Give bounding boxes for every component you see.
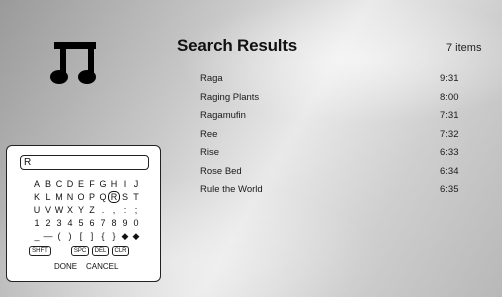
results-list: Raga 9:31 Raging Plants 8:00 Ragamufin 7:31… [200, 73, 460, 203]
key[interactable]: W [54, 204, 64, 216]
key[interactable]: Q [98, 191, 108, 203]
key[interactable]: 7 [98, 217, 108, 229]
done-button[interactable]: DONE [54, 262, 77, 271]
key[interactable]: ◆ [131, 230, 141, 242]
key[interactable]: H [109, 178, 119, 190]
key[interactable]: } [109, 230, 119, 242]
key[interactable]: F [87, 178, 97, 190]
key[interactable]: P [87, 191, 97, 203]
page-title: Search Results [177, 36, 298, 55]
key[interactable]: N [65, 191, 75, 203]
item-name: Rose Bed [200, 165, 242, 177]
key[interactable]: K [32, 191, 42, 203]
item-duration: 7:32 [440, 128, 459, 140]
key[interactable]: S [120, 191, 130, 203]
key[interactable]: — [43, 230, 53, 242]
key[interactable]: ; [131, 204, 141, 216]
search-input[interactable]: R [20, 155, 149, 170]
key[interactable]: ◆ [120, 230, 130, 242]
key[interactable]: Y [76, 204, 86, 216]
key[interactable]: E [76, 178, 86, 190]
key[interactable]: . [98, 204, 108, 216]
key[interactable]: _ [32, 230, 42, 242]
list-item[interactable]: Rule the World 6:35 [200, 184, 460, 203]
key[interactable]: J [131, 178, 141, 190]
item-name: Rise [200, 147, 220, 158]
key[interactable]: { [98, 230, 108, 242]
key[interactable]: 9 [120, 217, 130, 229]
onscreen-keyboard: R A B C D E F G H I J K L M N O P Q R S … [6, 145, 161, 282]
key[interactable]: V [43, 204, 53, 216]
list-item[interactable]: Rise 6:33 [200, 147, 460, 166]
list-item[interactable]: Raga 9:31 [200, 73, 460, 92]
key[interactable]: C [54, 178, 64, 190]
item-duration: 6:34 [440, 165, 459, 177]
item-name: Raging Plants [200, 91, 260, 103]
item-duration: 8:00 [440, 91, 459, 103]
item-duration: 9:31 [440, 73, 459, 84]
key[interactable]: 8 [109, 217, 119, 229]
key[interactable]: , [109, 204, 119, 216]
delete-key[interactable]: DEL [92, 246, 109, 256]
list-item[interactable]: Rose Bed 6:34 [200, 166, 460, 185]
key[interactable]: D [65, 178, 75, 190]
key[interactable]: [ [76, 230, 86, 242]
key[interactable]: ( [54, 230, 64, 242]
key[interactable]: X [65, 204, 75, 216]
key[interactable]: Z [87, 204, 97, 216]
key[interactable]: 3 [54, 217, 64, 229]
key[interactable]: 0 [131, 217, 141, 229]
key[interactable]: G [98, 178, 108, 190]
shift-key[interactable]: SHFT [29, 246, 51, 256]
key[interactable]: ) [65, 230, 75, 242]
key[interactable]: M [54, 191, 64, 203]
item-name: Ree [200, 128, 218, 140]
key[interactable]: O [76, 191, 86, 203]
key[interactable]: : [120, 204, 130, 216]
music-note-icon [50, 42, 96, 84]
key[interactable]: A [32, 178, 42, 190]
cancel-button[interactable]: CANCEL [86, 262, 118, 271]
item-name: Rule the World [200, 184, 263, 195]
item-duration: 6:33 [440, 147, 459, 158]
key[interactable]: 6 [87, 217, 97, 229]
key[interactable]: B [43, 178, 53, 190]
key[interactable]: I [120, 178, 130, 190]
item-duration: 7:31 [440, 110, 459, 121]
key[interactable]: T [131, 191, 141, 203]
item-duration: 6:35 [440, 184, 459, 195]
key[interactable]: 2 [43, 217, 53, 229]
key-selected[interactable]: R [108, 191, 120, 203]
space-key[interactable]: SPC [71, 246, 89, 256]
key[interactable]: U [32, 204, 42, 216]
list-item[interactable]: Ree 7:32 [200, 129, 460, 148]
item-name: Ragamufin [200, 110, 246, 121]
key[interactable]: L [43, 191, 53, 203]
key[interactable]: ] [87, 230, 97, 242]
key[interactable]: 1 [32, 217, 42, 229]
item-count: 7 items [446, 42, 482, 54]
clear-key[interactable]: CLR [112, 246, 129, 256]
key[interactable]: 4 [65, 217, 75, 229]
key[interactable]: 5 [76, 217, 86, 229]
list-item[interactable]: Raging Plants 8:00 [200, 92, 460, 111]
item-name: Raga [200, 73, 223, 84]
list-item[interactable]: Ragamufin 7:31 [200, 110, 460, 129]
